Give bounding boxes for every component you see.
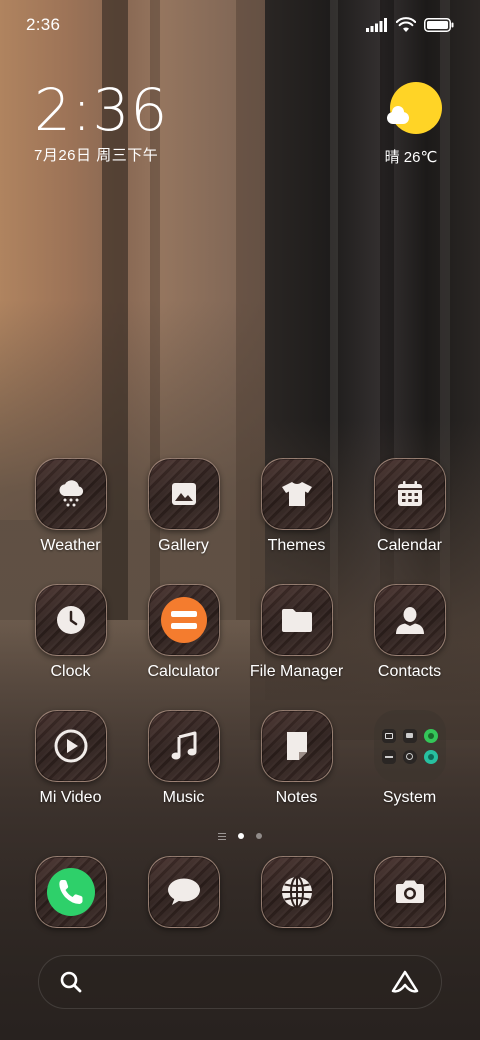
weather-condition-temp: 晴 26℃ — [384, 149, 438, 166]
phone-icon — [46, 868, 95, 916]
app-contacts[interactable]: Contacts — [353, 584, 466, 694]
app-calendar[interactable]: Calendar — [353, 458, 466, 568]
app-icon-tile — [260, 584, 333, 656]
app-label: Weather — [40, 537, 101, 554]
globe-icon — [281, 876, 312, 908]
camera-icon — [395, 880, 424, 903]
app-themes[interactable]: Themes — [240, 458, 353, 568]
music-note-icon — [171, 731, 196, 760]
app-label: Music — [162, 789, 205, 806]
battery-icon — [424, 18, 454, 32]
cloud-snow-icon — [58, 480, 83, 507]
sunny-icon — [387, 82, 442, 136]
page-dot — [256, 833, 262, 839]
mini-app-icon — [402, 728, 417, 743]
person-icon — [395, 607, 424, 634]
app-icon-tile — [34, 710, 107, 782]
app-icon-tile — [373, 458, 446, 530]
app-icon-tile — [147, 584, 220, 656]
page-indicator[interactable] — [0, 830, 480, 842]
app-label: Calculator — [147, 663, 220, 680]
weather-widget[interactable]: 晴 26℃ — [384, 82, 444, 167]
mini-app-icon — [423, 728, 438, 743]
search-bar[interactable] — [38, 955, 442, 1009]
app-icon-tile — [260, 710, 333, 782]
app-music[interactable]: Music — [127, 710, 240, 820]
calculator-icon — [160, 597, 207, 643]
image-icon — [171, 483, 196, 505]
app-icon-tile — [147, 856, 220, 928]
app-icon-tile — [147, 458, 220, 530]
mini-app-icon — [402, 749, 417, 764]
app-label: Clock — [50, 663, 91, 680]
app-icon-tile — [34, 856, 107, 928]
app-weather[interactable]: Weather — [14, 458, 127, 568]
status-bar: 2:36 — [0, 0, 480, 50]
app-calculator[interactable]: Calculator — [127, 584, 240, 694]
clock-icon — [56, 606, 85, 634]
app-grid: Weather Gallery Themes Calendar Clock Ca… — [14, 458, 466, 820]
play-icon — [54, 729, 87, 763]
signal-icon — [366, 18, 387, 32]
app-file-manager[interactable]: File Manager — [240, 584, 353, 694]
app-clock[interactable]: Clock — [14, 584, 127, 694]
clock-widget[interactable]: 2:36 7月26日 周三下午 — [34, 78, 168, 165]
app-label: Gallery — [158, 537, 209, 554]
note-icon — [286, 732, 307, 760]
app-icon-tile — [34, 458, 107, 530]
app-icon-tile — [373, 584, 446, 656]
menu-lines-icon — [218, 832, 226, 840]
status-icons — [366, 17, 454, 33]
app-label: File Manager — [249, 663, 344, 680]
dock-browser[interactable] — [240, 856, 353, 932]
app-icon-tile — [34, 584, 107, 656]
calendar-icon — [397, 481, 422, 506]
wifi-icon — [396, 17, 416, 32]
tshirt-icon — [281, 482, 312, 506]
app-icon-tile — [260, 458, 333, 530]
clock-time: 2:36 — [34, 76, 169, 144]
dock-camera[interactable] — [353, 856, 466, 932]
app-label: Mi Video — [39, 789, 102, 806]
app-label: Contacts — [377, 663, 442, 680]
app-label: Notes — [275, 789, 318, 806]
page-dot-active — [238, 833, 244, 839]
mini-app-icon — [381, 728, 396, 743]
dock-messages[interactable] — [127, 856, 240, 932]
folder-icon — [281, 609, 312, 632]
app-icon-tile — [260, 856, 333, 928]
dock-phone[interactable] — [14, 856, 127, 932]
status-time: 2:36 — [26, 15, 61, 34]
app-label: Themes — [267, 537, 326, 554]
app-label: System — [382, 789, 437, 806]
clock-date: 7月26日 周三下午 — [34, 147, 159, 164]
dock — [14, 856, 466, 932]
app-icon-tile — [373, 856, 446, 928]
app-label: Calendar — [377, 537, 442, 554]
app-notes[interactable]: Notes — [240, 710, 353, 820]
assistant-icon[interactable] — [391, 969, 419, 995]
mini-app-icon — [381, 749, 396, 764]
message-icon — [167, 878, 200, 905]
app-icon-tile — [147, 710, 220, 782]
app-folder-system[interactable]: System — [353, 710, 466, 820]
search-icon — [60, 971, 82, 993]
mini-app-icon — [423, 749, 438, 764]
folder-grid-icon — [373, 710, 446, 782]
app-mi-video[interactable]: Mi Video — [14, 710, 127, 820]
app-gallery[interactable]: Gallery — [127, 458, 240, 568]
